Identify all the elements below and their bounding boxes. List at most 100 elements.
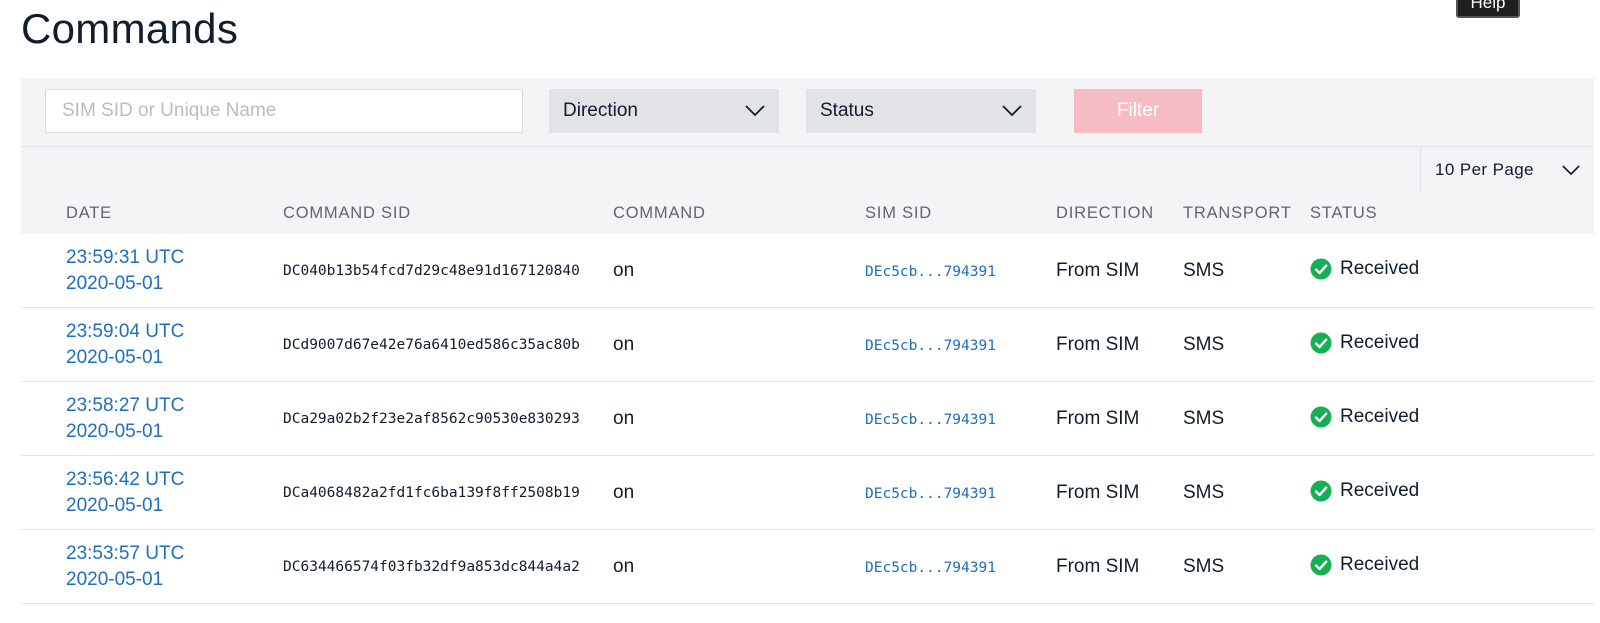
command-time: 23:56:42 UTC [66,468,185,490]
direction-cell: From SIM [1056,455,1183,530]
status-select-label: Status [820,100,874,121]
date-cell: 23:58:27 UTC 2020-05-01 [21,381,283,456]
chevron-down-icon [1562,164,1580,175]
transport-cell: SMS [1183,234,1310,308]
command-date-link[interactable]: 23:59:31 UTC 2020-05-01 [66,245,283,297]
direction-cell: From SIM [1056,307,1183,382]
sim-sid-cell: DEc5cb...794391 [865,529,1056,604]
status-badge: Received [1310,406,1594,428]
command-cell: on [613,307,865,382]
command-date: 2020-05-01 [66,346,164,368]
table-row: 23:56:42 UTC 2020-05-01 DCa4068482a2fd1f… [21,455,1594,530]
command-date: 2020-05-01 [66,494,164,516]
table-row: 23:58:27 UTC 2020-05-01 DCa29a02b2f23e2a… [21,381,1594,456]
table-body: 23:59:31 UTC 2020-05-01 DC040b13b54fcd7d… [21,234,1594,604]
sim-sid-link[interactable]: DEc5cb...794391 [865,412,996,428]
status-cell: Received [1310,455,1594,530]
column-header-status: STATUS [1310,204,1378,222]
transport-cell: SMS [1183,529,1310,604]
command-date-link[interactable]: 23:58:27 UTC 2020-05-01 [66,393,283,445]
command-cell: on [613,234,865,308]
check-circle-icon [1310,554,1332,575]
filter-bar: Direction Status Filter [21,78,1594,147]
status-cell: Received [1310,529,1594,604]
command-date-link[interactable]: 23:59:04 UTC 2020-05-01 [66,319,283,371]
help-button[interactable]: Help [1456,0,1520,18]
chevron-down-icon [745,105,765,117]
status-badge: Received [1310,554,1594,576]
status-badge: Received [1310,480,1594,502]
column-header-transport: TRANSPORT [1183,204,1292,222]
command-date-link[interactable]: 23:56:42 UTC 2020-05-01 [66,467,283,519]
command-cell: on [613,529,865,604]
command-sid-cell: DCa29a02b2f23e2af8562c90530e830293 [283,381,613,456]
check-circle-icon [1310,258,1332,279]
command-date-link[interactable]: 23:53:57 UTC 2020-05-01 [66,541,283,593]
search-input[interactable] [45,89,523,133]
status-badge: Received [1310,332,1594,354]
sim-sid-link[interactable]: DEc5cb...794391 [865,560,996,576]
status-badge: Received [1310,258,1594,280]
sim-sid-link[interactable]: DEc5cb...794391 [865,338,996,354]
command-sid-cell: DCd9007d67e42e76a6410ed586c35ac80b [283,307,613,382]
table-row: 23:59:31 UTC 2020-05-01 DC040b13b54fcd7d… [21,234,1594,308]
date-cell: 23:53:57 UTC 2020-05-01 [21,529,283,604]
command-time: 23:59:04 UTC [66,320,185,342]
command-sid-cell: DC040b13b54fcd7d29c48e91d167120840 [283,234,613,308]
commands-table: DATE COMMAND SID COMMAND SIM SID DIRECTI… [21,193,1594,604]
status-text: Received [1340,479,1420,501]
filter-button[interactable]: Filter [1074,89,1202,133]
date-cell: 23:56:42 UTC 2020-05-01 [21,455,283,530]
command-time: 23:53:57 UTC [66,542,185,564]
column-header-command-sid: COMMAND SID [283,204,411,222]
table-row: 23:59:04 UTC 2020-05-01 DCd9007d67e42e76… [21,307,1594,382]
status-text: Received [1340,257,1420,279]
column-header-date[interactable]: DATE [21,193,283,234]
status-cell: Received [1310,381,1594,456]
page-title: Commands [21,5,239,52]
chevron-down-icon [1002,105,1022,117]
sim-sid-cell: DEc5cb...794391 [865,307,1056,382]
transport-cell: SMS [1183,381,1310,456]
direction-cell: From SIM [1056,529,1183,604]
status-text: Received [1340,405,1420,427]
check-circle-icon [1310,480,1332,501]
sim-sid-link[interactable]: DEc5cb...794391 [865,264,996,280]
direction-select-label: Direction [563,100,638,121]
sim-sid-cell: DEc5cb...794391 [865,234,1056,308]
status-select[interactable]: Status [806,89,1036,133]
sim-sid-cell: DEc5cb...794391 [865,455,1056,530]
direction-cell: From SIM [1056,381,1183,456]
transport-cell: SMS [1183,307,1310,382]
table-header-row: DATE COMMAND SID COMMAND SIM SID DIRECTI… [21,193,1594,234]
per-page-label: 10 Per Page [1435,160,1534,179]
column-header-direction: DIRECTION [1056,204,1154,222]
table-row: 23:53:57 UTC 2020-05-01 DC634466574f03fb… [21,529,1594,604]
transport-cell: SMS [1183,455,1310,530]
column-header-sim-sid: SIM SID [865,204,933,222]
command-date: 2020-05-01 [66,420,164,442]
direction-select[interactable]: Direction [549,89,779,133]
status-cell: Received [1310,307,1594,382]
per-page-select[interactable]: 10 Per Page [1420,147,1594,193]
command-date: 2020-05-01 [66,568,164,590]
command-sid-cell: DCa4068482a2fd1fc6ba139f8ff2508b19 [283,455,613,530]
command-sid-cell: DC634466574f03fb32df9a853dc844a4a2 [283,529,613,604]
command-time: 23:58:27 UTC [66,394,185,416]
command-time: 23:59:31 UTC [66,246,185,268]
command-cell: on [613,455,865,530]
date-cell: 23:59:31 UTC 2020-05-01 [21,234,283,308]
status-text: Received [1340,553,1420,575]
sim-sid-link[interactable]: DEc5cb...794391 [865,486,996,502]
direction-cell: From SIM [1056,234,1183,308]
check-circle-icon [1310,406,1332,427]
status-text: Received [1340,331,1420,353]
pagination-bar: 10 Per Page [21,147,1594,194]
status-cell: Received [1310,234,1594,308]
sim-sid-cell: DEc5cb...794391 [865,381,1056,456]
command-cell: on [613,381,865,456]
column-header-command: COMMAND [613,204,706,222]
command-date: 2020-05-01 [66,272,164,294]
check-circle-icon [1310,332,1332,353]
date-cell: 23:59:04 UTC 2020-05-01 [21,307,283,382]
